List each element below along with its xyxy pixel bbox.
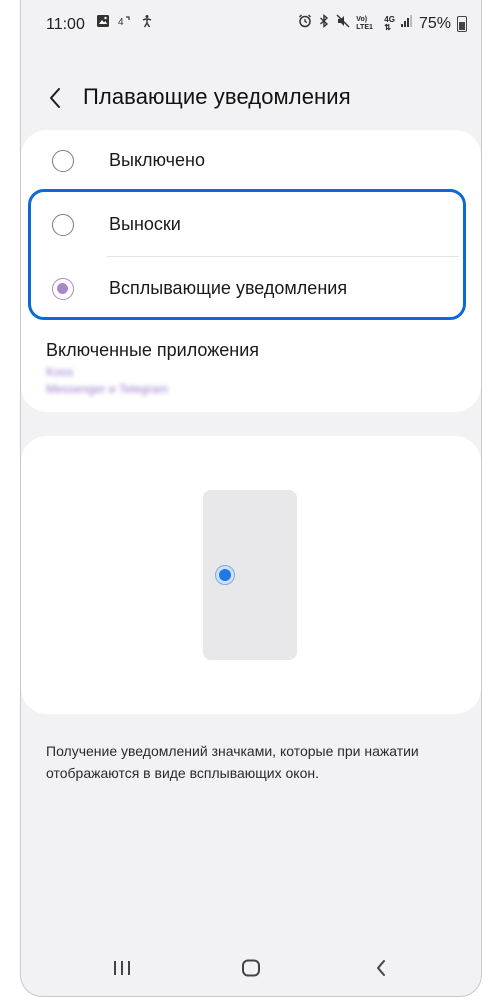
header: Плавающие уведомления <box>21 70 481 124</box>
option-popup[interactable]: Всплывающие уведомления <box>21 258 481 320</box>
mute-icon <box>336 14 350 33</box>
signal-icon <box>400 14 413 33</box>
back-button[interactable] <box>39 80 71 116</box>
description-text: Получение уведомлений значками, которые … <box>46 743 419 781</box>
back-icon <box>377 960 385 976</box>
option-label-off: Выключено <box>109 150 205 170</box>
network-arrows: ⇅ <box>384 22 391 32</box>
recents-button[interactable] <box>102 954 142 982</box>
page-title: Плавающие уведомления <box>83 84 351 109</box>
network-icon: 4G ⇅ <box>384 15 395 32</box>
enabled-apps-row[interactable]: Включенные приложения Koos Messenger и T… <box>21 330 481 406</box>
preview-card <box>21 436 481 714</box>
battery-percent: 75% <box>418 14 451 32</box>
enabled-apps-line2: Messenger и Telegram <box>46 382 169 396</box>
options-card: Выключено Выноски Всплывающие уведомлени… <box>21 130 481 412</box>
phone-screen: 11:00 4 Vo) LTE1 4G ⇅ 75% Плавающие увед… <box>20 0 482 997</box>
preview-phone-illustration <box>203 490 297 660</box>
option-divider <box>107 256 459 257</box>
gallery-icon <box>96 14 110 33</box>
volte-label: Vo) LTE1 <box>356 15 373 31</box>
bluetooth-icon <box>318 14 330 33</box>
battery-icon <box>457 15 467 32</box>
alarm-icon <box>298 14 312 33</box>
signal-4g-icon: 4 <box>118 14 132 33</box>
status-bar: 11:00 4 Vo) LTE1 4G ⇅ 75% <box>21 0 481 50</box>
chevron-left-icon <box>50 88 60 108</box>
radio-callouts[interactable] <box>52 214 74 236</box>
home-button[interactable] <box>231 954 271 982</box>
status-left-icons: 4 <box>96 14 154 33</box>
enabled-apps-title: Включенные приложения <box>46 340 260 360</box>
radio-off[interactable] <box>52 150 74 172</box>
enabled-apps-subtitle: Koos Messenger и Telegram <box>46 364 168 398</box>
option-label-popup: Всплывающие уведомления <box>109 278 348 298</box>
floating-bubble-icon <box>215 565 235 585</box>
status-time: 11:00 <box>46 16 85 33</box>
status-right-icons: Vo) LTE1 4G ⇅ 75% <box>298 14 467 33</box>
svg-text:4: 4 <box>118 17 124 28</box>
radio-popup[interactable] <box>52 278 74 300</box>
volte-icon: Vo) LTE1 <box>356 16 378 32</box>
option-callouts[interactable]: Выноски <box>21 194 481 256</box>
home-icon <box>242 959 260 977</box>
enabled-apps-line1: Koos <box>46 365 74 379</box>
option-off[interactable]: Выключено <box>21 130 481 192</box>
recents-icon <box>114 961 130 975</box>
navigation-bar <box>21 946 481 986</box>
nav-back-button[interactable] <box>361 954 401 982</box>
accessibility-icon <box>140 14 154 33</box>
option-label-callouts: Выноски <box>109 214 181 234</box>
